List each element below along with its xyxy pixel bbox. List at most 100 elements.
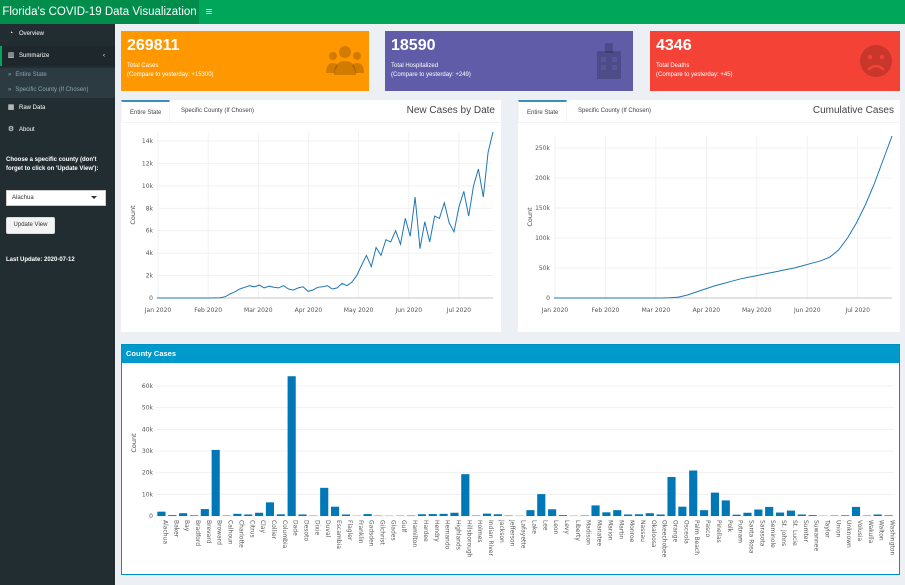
x-tick-label: Hardee	[422, 520, 429, 542]
y-tick-label: 2k	[146, 273, 154, 280]
x-tick-label: Bradford	[194, 520, 201, 546]
gear-icon: ⚙	[7, 126, 15, 133]
county-cases-chart: 0 10k 20k 30k 40k 50k 60k Count Alachua Baker Bay B…	[130, 376, 896, 558]
x-tick-label: Jun 2020	[793, 307, 821, 314]
bar	[873, 514, 882, 516]
x-tick-label: Franklin	[357, 520, 364, 544]
x-tick-label: Okeechobee	[661, 520, 668, 558]
total-deaths-subtitle: (Compare to yesterday: +45)	[656, 72, 733, 78]
sidebar-subitem-specific-county[interactable]: » Specific County (If Chosen)	[0, 83, 115, 98]
x-tick-label: Desoto	[303, 520, 310, 541]
bar	[287, 376, 296, 516]
double-chevron-icon: »	[8, 87, 12, 93]
tab-entire-state[interactable]: Entire State	[121, 100, 171, 123]
x-tick-label: Duval	[324, 520, 331, 538]
x-tick-label: Jackson	[498, 519, 505, 543]
y-tick-label: 20k	[142, 470, 154, 477]
county-select[interactable]: Alachua	[6, 190, 106, 206]
x-tick-label: Santa Rosa	[747, 520, 754, 554]
x-tick-label: Hendry	[433, 520, 440, 542]
users-icon	[326, 46, 364, 75]
bar	[841, 515, 850, 516]
x-tick-label: Alachua	[161, 520, 168, 544]
bar	[602, 512, 611, 516]
total-cases-subtitle: (Compare to yesterday: +15300)	[127, 72, 214, 78]
x-tick-label: Hamilton	[411, 520, 418, 547]
bar	[786, 510, 795, 516]
caret-down-icon	[91, 196, 97, 199]
bar	[255, 512, 264, 516]
x-tick-label: Mar 2020	[244, 307, 273, 314]
sidebar-item-raw-data[interactable]: ▦ Raw Data	[0, 98, 115, 118]
bar	[341, 514, 350, 516]
y-axis-label: Count	[129, 205, 137, 225]
bar	[200, 509, 209, 516]
bar	[233, 513, 242, 516]
bar	[884, 515, 893, 516]
tab-specific-county[interactable]: Specific County (If Chosen)	[173, 100, 262, 123]
hamburger-icon[interactable]: ≡	[199, 0, 219, 24]
x-tick-label: Highlands	[454, 520, 461, 550]
sidebar-item-summarize[interactable]: ▥ Summarize ‹	[0, 46, 115, 66]
x-tick-label: Clay	[259, 520, 266, 534]
total-cases-title: Total Cases	[127, 63, 159, 69]
x-tick-label: Manatee	[596, 520, 603, 546]
x-tick-label: Brevard	[205, 520, 212, 544]
x-tick-label: Orange	[672, 520, 679, 542]
y-tick-label: 50k	[142, 405, 154, 412]
x-tick-label: Sarasota	[758, 520, 765, 547]
bar	[320, 487, 329, 516]
x-tick-label: Gilchrist	[378, 520, 385, 545]
bar	[732, 514, 741, 516]
y-tick-label: 10k	[142, 491, 154, 498]
bar	[331, 506, 340, 516]
x-tick-label: Gadsden	[368, 520, 375, 547]
x-tick-label: Baker	[172, 520, 179, 538]
dashboard-icon: ◔	[8, 30, 14, 37]
sidebar-item-about[interactable]: ⚙ About	[0, 120, 115, 140]
hospital-icon	[597, 43, 621, 79]
x-tick-label: Indian River	[487, 520, 494, 557]
county-select-label: Choose a specific county (don't forget t…	[6, 157, 99, 172]
bar	[645, 513, 654, 516]
x-tick-label: Osceola	[682, 520, 689, 544]
sidebar-item-label: Overview	[19, 31, 45, 37]
bar	[797, 514, 806, 516]
bar	[851, 506, 861, 516]
sidebar-item-label: Summarize	[19, 53, 50, 59]
bar	[710, 492, 719, 516]
new-cases-panel: Entire State Specific County (If Chosen)…	[121, 100, 501, 332]
bar	[765, 506, 774, 516]
x-tick-label: St. Johns	[780, 520, 787, 546]
x-tick-label: Dixie	[313, 520, 320, 536]
y-tick-label: 150k	[535, 205, 550, 212]
x-tick-label: Bay	[183, 520, 190, 532]
bar	[211, 449, 220, 516]
update-view-button[interactable]: Update View	[6, 217, 55, 234]
x-tick-label: Seminole	[769, 520, 776, 548]
y-axis-label: Count	[526, 207, 534, 227]
y-tick-label: 0	[149, 513, 153, 520]
tab-specific-county[interactable]: Specific County (If Chosen)	[570, 100, 659, 123]
bar	[244, 514, 253, 516]
sidebar-item-label: Raw Data	[19, 105, 46, 111]
x-tick-label: Washington	[889, 520, 896, 555]
sidebar-subitem-entire-state[interactable]: » Entire State	[0, 68, 115, 83]
tab-entire-state[interactable]: Entire State	[518, 100, 568, 123]
x-tick-label: May 2020	[344, 307, 374, 314]
bar	[526, 510, 535, 516]
y-axis-label: Count	[130, 433, 138, 453]
x-tick-label: Pasco	[704, 520, 711, 537]
new-cases-title: New Cases by Date	[406, 105, 495, 116]
x-tick-label: Lafayette	[520, 520, 527, 549]
x-tick-label: Feb 2020	[592, 307, 620, 314]
total-hospitalized-value: 18590	[391, 37, 436, 54]
total-hospitalized-subtitle: (Compare to yesterday: +249)	[391, 72, 471, 78]
bar	[179, 513, 188, 516]
bar	[634, 514, 644, 516]
bar	[548, 509, 557, 516]
x-tick-label: Citrus	[248, 520, 255, 538]
sidebar-item-overview[interactable]: ◔ Overview	[0, 24, 115, 44]
x-tick-label: Dade	[292, 520, 299, 536]
bar	[754, 509, 763, 516]
